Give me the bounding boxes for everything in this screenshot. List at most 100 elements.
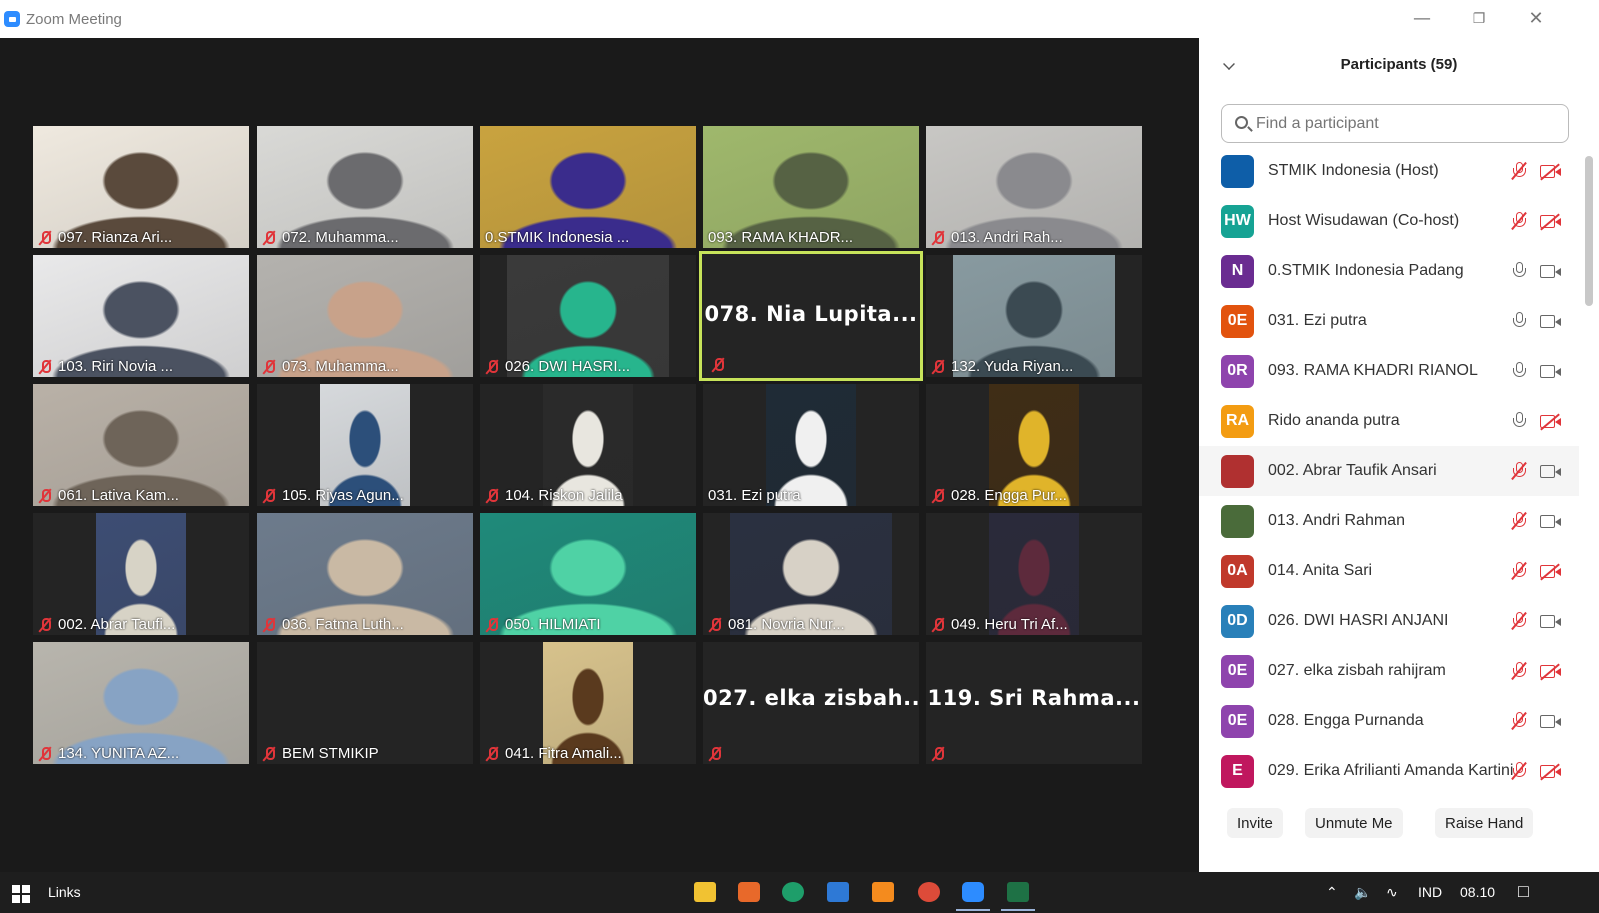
tile-name-text: 073. Muhamma... (282, 358, 399, 375)
mail-icon[interactable] (827, 882, 849, 902)
mic-muted-icon[interactable] (1513, 212, 1526, 230)
mic-icon[interactable] (1513, 362, 1526, 380)
video-tile[interactable]: 041. Fitra Amali... (480, 642, 696, 764)
edge-browser-icon[interactable] (782, 882, 804, 902)
participant-row[interactable]: 013. Andri Rahman (1199, 496, 1579, 546)
windows-start-icon[interactable] (12, 885, 30, 903)
participant-list: STMIK Indonesia (Host) HW Host Wisudawan (… (1199, 146, 1579, 796)
language-indicator[interactable]: IND (1418, 884, 1442, 900)
tile-name-label: 134. YUNITA AZ... (38, 745, 179, 762)
tile-name-text: 0.STMIK Indonesia ... (485, 229, 630, 246)
notifications-icon[interactable]: □ (1518, 881, 1529, 902)
unmute-me-button[interactable]: Unmute Me (1305, 808, 1403, 838)
muted-mic-icon (708, 617, 722, 633)
video-tile[interactable]: 132. Yuda Riyan... (926, 255, 1142, 377)
file-explorer-icon[interactable] (694, 882, 716, 902)
video-tile[interactable]: 031. Ezi putra (703, 384, 919, 506)
video-tile[interactable]: 050. HILMIATI (480, 513, 696, 635)
mic-icon[interactable] (1513, 412, 1526, 430)
participant-row[interactable]: 0E 031. Ezi putra (1199, 296, 1579, 346)
mic-icon[interactable] (1513, 312, 1526, 330)
network-icon[interactable]: ∿ (1386, 884, 1398, 901)
mic-muted-icon[interactable] (1513, 762, 1526, 780)
sublime-text-icon[interactable] (872, 882, 894, 902)
video-tile[interactable]: 105. Riyas Agun... (257, 384, 473, 506)
participant-row[interactable]: HW Host Wisudawan (Co-host) (1199, 196, 1579, 246)
camera-icon[interactable] (1540, 265, 1562, 278)
volume-icon[interactable]: 🔈 (1354, 884, 1371, 901)
close-button[interactable]: ✕ (1525, 8, 1547, 30)
mic-muted-icon[interactable] (1513, 512, 1526, 530)
participant-name: 002. Abrar Taufik Ansari (1268, 462, 1437, 479)
muted-mic-icon (38, 746, 52, 762)
video-tile[interactable]: 072. Muhamma... (257, 126, 473, 248)
video-tile[interactable]: 061. Lativa Kam... (33, 384, 249, 506)
participant-row[interactable]: 0E 028. Engga Purnanda (1199, 696, 1579, 746)
camera-icon[interactable] (1540, 365, 1562, 378)
participant-row[interactable]: 002. Abrar Taufik Ansari (1199, 446, 1579, 496)
restore-button[interactable]: ❐ (1468, 8, 1490, 30)
video-tile[interactable]: 049. Heru Tri Af... (926, 513, 1142, 635)
invite-button[interactable]: Invite (1227, 808, 1283, 838)
video-tile[interactable]: 134. YUNITA AZ... (33, 642, 249, 764)
xampp-icon[interactable] (738, 882, 760, 902)
mic-muted-icon[interactable] (1513, 562, 1526, 580)
video-tile[interactable]: 027. elka zisbah... (703, 642, 919, 764)
mic-muted-icon[interactable] (1513, 612, 1526, 630)
links-toolbar[interactable]: Links (48, 884, 81, 900)
minimize-button[interactable]: — (1411, 8, 1433, 30)
video-tile[interactable]: 028. Engga Pur... (926, 384, 1142, 506)
camera-icon[interactable] (1540, 615, 1562, 628)
participant-row[interactable]: RA Rido ananda putra (1199, 396, 1579, 446)
video-tile[interactable]: 104. Riskon Jalila (480, 384, 696, 506)
video-tile[interactable]: 078. Nia Lupita... (699, 251, 923, 381)
tile-name-label: 093. RAMA KHADR... (708, 229, 853, 246)
camera-icon[interactable] (1540, 465, 1562, 478)
participant-row[interactable]: E 029. Erika Afrilianti Amanda Kartini (1199, 746, 1579, 796)
clock[interactable]: 08.10 (1460, 884, 1495, 900)
excel-icon[interactable] (1001, 882, 1035, 911)
participant-row[interactable]: 0E 027. elka zisbah rahijram (1199, 646, 1579, 696)
camera-off-icon[interactable] (1540, 165, 1562, 178)
tile-name-label: 061. Lativa Kam... (38, 487, 179, 504)
camera-off-icon[interactable] (1540, 665, 1562, 678)
show-hidden-icons-chevron-icon[interactable]: ⌃ (1326, 884, 1338, 901)
camera-off-icon[interactable] (1540, 565, 1562, 578)
video-tile[interactable]: 119. Sri Rahma... (926, 642, 1142, 764)
mic-muted-icon[interactable] (1513, 712, 1526, 730)
video-tile[interactable]: 081. Novria Nur... (703, 513, 919, 635)
chrome-browser-icon[interactable] (918, 882, 940, 902)
avatar: 0A (1221, 554, 1254, 588)
participant-list-scrollbar[interactable] (1585, 156, 1593, 306)
participant-row[interactable]: 0D 026. DWI HASRI ANJANI (1199, 596, 1579, 646)
participant-search-input[interactable] (1221, 104, 1569, 143)
camera-icon[interactable] (1540, 715, 1562, 728)
video-tile[interactable]: 073. Muhamma... (257, 255, 473, 377)
video-tile[interactable]: 097. Rianza Ari... (33, 126, 249, 248)
camera-off-icon[interactable] (1540, 415, 1562, 428)
mic-muted-icon[interactable] (1513, 662, 1526, 680)
zoom-taskbar-icon[interactable] (956, 882, 990, 911)
participant-name: STMIK Indonesia (Host) (1268, 162, 1439, 179)
mic-muted-icon[interactable] (1513, 462, 1526, 480)
camera-icon[interactable] (1540, 315, 1562, 328)
tile-name-text: 104. Riskon Jalila (505, 487, 623, 504)
mic-icon[interactable] (1513, 262, 1526, 280)
video-tile[interactable]: 013. Andri Rah... (926, 126, 1142, 248)
camera-icon[interactable] (1540, 515, 1562, 528)
participant-row[interactable]: N 0.STMIK Indonesia Padang (1199, 246, 1579, 296)
video-tile[interactable]: 026. DWI HASRI... (480, 255, 696, 377)
video-tile[interactable]: 036. Fatma Luth... (257, 513, 473, 635)
mic-muted-icon[interactable] (1513, 162, 1526, 180)
participant-row[interactable]: STMIK Indonesia (Host) (1199, 146, 1579, 196)
participant-row[interactable]: 0R 093. RAMA KHADRI RIANOL (1199, 346, 1579, 396)
video-tile[interactable]: 093. RAMA KHADR... (703, 126, 919, 248)
video-tile[interactable]: BEM STMIKIP (257, 642, 473, 764)
camera-off-icon[interactable] (1540, 215, 1562, 228)
camera-off-icon[interactable] (1540, 765, 1562, 778)
participant-row[interactable]: 0A 014. Anita Sari (1199, 546, 1579, 596)
video-tile[interactable]: 002. Abrar Taufi... (33, 513, 249, 635)
raise-hand-button[interactable]: Raise Hand (1435, 808, 1534, 838)
video-tile[interactable]: 103. Riri Novia ... (33, 255, 249, 377)
video-tile[interactable]: 0.STMIK Indonesia ... (480, 126, 696, 248)
